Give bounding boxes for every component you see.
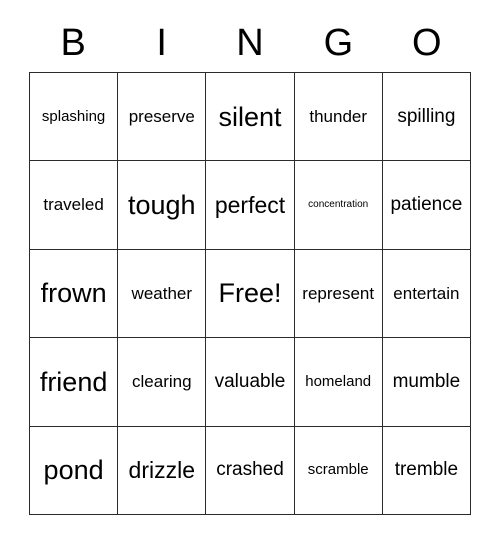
bingo-cell[interactable]: traveled [30, 161, 119, 250]
bingo-free-space-cell[interactable]: Free! [206, 249, 295, 339]
bingo-cell-label: weather [131, 283, 193, 303]
bingo-cell[interactable]: tough [118, 161, 207, 250]
bingo-header-letter-b: B [60, 22, 86, 64]
bingo-cell-label: entertain [393, 283, 460, 303]
bingo-cell-label: thunder [309, 106, 368, 126]
bingo-cell-label: homeland [305, 373, 372, 391]
bingo-cell[interactable]: friend [30, 338, 119, 427]
bingo-card: B I N G O splashing preserve silent thunder… [0, 0, 500, 544]
bingo-cell[interactable]: preserve [118, 73, 207, 162]
bingo-cell-label: traveled [43, 195, 104, 215]
bingo-header-letter-n: N [236, 22, 264, 64]
bingo-cell[interactable]: splashing [30, 73, 119, 162]
bingo-cell-label: tough [128, 189, 196, 220]
bingo-cell[interactable]: homeland [294, 338, 383, 427]
bingo-cell-label: crashed [216, 459, 284, 481]
bingo-cell[interactable]: thunder [294, 73, 383, 162]
bingo-header-letter-i: I [156, 22, 167, 64]
bingo-cell-label: valuable [214, 370, 286, 392]
bingo-cell[interactable]: drizzle [118, 426, 207, 515]
bingo-cell[interactable]: patience [382, 161, 471, 250]
bingo-cell-label: preserve [128, 106, 195, 126]
bingo-cell-label: concentration [308, 198, 369, 210]
bingo-header-row: B I N G O [29, 14, 471, 72]
bingo-cell[interactable]: clearing [118, 338, 207, 427]
bingo-cell[interactable]: entertain [382, 249, 471, 339]
bingo-cell-label: tremble [394, 459, 459, 481]
bingo-cell-label: silent [218, 101, 282, 132]
bingo-header-letter-o: O [412, 22, 442, 64]
bingo-cell-label: patience [390, 194, 463, 216]
bingo-cell-label: frown [40, 278, 107, 309]
bingo-cell-label: represent [302, 283, 375, 303]
bingo-cell[interactable]: tremble [382, 426, 471, 515]
bingo-cell-label: clearing [132, 371, 192, 391]
bingo-header-letter-g: G [323, 22, 354, 64]
bingo-cell[interactable]: weather [118, 249, 207, 339]
bingo-cell[interactable]: scramble [294, 426, 383, 515]
bingo-cell[interactable]: perfect [206, 161, 295, 250]
bingo-grid: splashing preserve silent thunder spilling tr… [29, 72, 471, 515]
bingo-cell-label: spilling [397, 105, 456, 127]
bingo-cell-label: drizzle [128, 457, 196, 484]
bingo-free-space-label: Free! [218, 278, 282, 309]
bingo-cell[interactable]: valuable [206, 338, 295, 427]
bingo-cell[interactable]: spilling [382, 73, 471, 162]
bingo-cell-label: pond [43, 455, 104, 486]
bingo-cell-label: splashing [41, 107, 106, 125]
bingo-cell[interactable]: mumble [382, 338, 471, 427]
bingo-cell[interactable]: represent [294, 249, 383, 339]
bingo-cell-label: perfect [214, 192, 286, 219]
bingo-cell[interactable]: concentration [294, 161, 383, 250]
bingo-cell-label: mumble [392, 370, 461, 392]
bingo-cell[interactable]: frown [30, 249, 119, 339]
bingo-cell-label: friend [39, 366, 108, 397]
bingo-cell-label: scramble [307, 461, 369, 479]
bingo-cell[interactable]: crashed [206, 426, 295, 515]
bingo-cell[interactable]: silent [206, 73, 295, 162]
bingo-cell[interactable]: pond [30, 426, 119, 515]
